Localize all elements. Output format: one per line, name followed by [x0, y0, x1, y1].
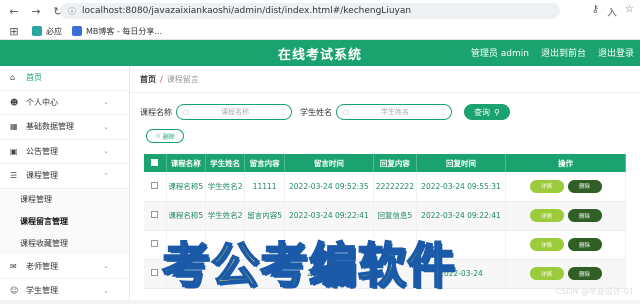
chevron-down-icon: ⌄ [103, 147, 109, 155]
key-icon[interactable]: ⚷ [592, 4, 599, 19]
home-icon: ⌂ [10, 73, 20, 82]
batch-delete-button[interactable]: ♲ 删除 [146, 129, 184, 143]
view-button[interactable]: 详情 [530, 238, 564, 251]
forward-icon[interactable]: → [28, 3, 44, 19]
sidebar-item-basic-data[interactable]: ▦ 基础数据管理 ⌄ [0, 115, 129, 140]
sidebar-item-home[interactable]: ⌂ 首页 [0, 66, 129, 91]
view-button[interactable]: 详情 [530, 209, 564, 222]
trash-icon: ♲ [155, 133, 160, 140]
submenu-course-favorite[interactable]: 课程收藏管理 [0, 233, 129, 255]
table-row: 课程名称5 学生姓名2 11111 2022-03-24 09:52:35 22… [144, 172, 626, 201]
chevron-down-icon: ⌄ [103, 123, 109, 131]
app-header: 在线考试系统 管理员 admin 退出到前台 退出登录 [0, 40, 640, 66]
browser-chrome: ← → ↻ ⓘ localhost:8080/javazaixiankaoshi… [0, 0, 640, 40]
info-icon: ⓘ [68, 6, 76, 17]
mb-icon [72, 26, 82, 36]
translate-icon[interactable]: 入 [607, 4, 617, 19]
bing-icon [32, 26, 42, 36]
url-text: localhost:8080/javazaixiankaoshi/admin/d… [82, 6, 411, 16]
delete-button[interactable]: 删除 [568, 209, 602, 222]
search-icon: ⚲ [494, 108, 500, 117]
bookmark-bing[interactable]: 必应 [32, 26, 62, 37]
watermark: CSDN @毕业设计-01 [556, 286, 634, 297]
sidebar-item-teacher[interactable]: ✉ 老师管理 ⌄ [0, 255, 129, 280]
settings-icon: ☰ [10, 171, 20, 180]
exit-to-front-link[interactable]: 退出到前台 [541, 46, 586, 59]
bookmark-mb[interactable]: MB博客 - 每日分享... [72, 26, 162, 37]
notice-icon: ▣ [10, 147, 20, 156]
course-name-label: 课程名称 [140, 107, 172, 118]
chevron-up-icon: ⌃ [103, 172, 109, 180]
breadcrumb: 首页/课程留言 [140, 74, 199, 85]
delete-button[interactable]: 删除 [568, 180, 602, 193]
sidebar-item-notice[interactable]: ▣ 公告管理 ⌄ [0, 140, 129, 165]
student-name-label: 学生姓名 [300, 107, 332, 118]
submenu-course-message[interactable]: 课程留言管理 [0, 211, 129, 233]
view-button[interactable]: 详情 [530, 180, 564, 193]
apps-icon[interactable]: ⊞ [6, 23, 22, 39]
course-name-input[interactable]: ○ 课程名称 [176, 104, 292, 120]
delete-button[interactable]: 删除 [568, 267, 602, 280]
table-icon: ▦ [10, 122, 20, 131]
submenu-course[interactable]: 课程管理 [0, 189, 129, 211]
teacher-icon: ✉ [10, 262, 20, 271]
col-student-name: 学生姓名 [205, 154, 244, 172]
back-icon[interactable]: ← [6, 3, 22, 19]
user-icon: ☻ [10, 98, 20, 107]
search-bar: 课程名称 ○ 课程名称 学生姓名 ○ 学生姓名 查询 ⚲ [140, 104, 510, 120]
promo-overlay-text: 考公考编软件 [162, 226, 456, 296]
col-reply: 回复内容 [373, 154, 416, 172]
delete-button[interactable]: 删除 [568, 238, 602, 251]
col-reply-time: 回复时间 [417, 154, 506, 172]
query-button[interactable]: 查询 ⚲ [464, 104, 510, 120]
col-course-name: 课程名称 [166, 154, 205, 172]
sidebar: ⌂ 首页 ☻ 个人中心 ⌄ ▦ 基础数据管理 ⌄ ▣ 公告管理 ⌄ ☰ 课程管理… [0, 66, 130, 300]
admin-label: 管理员 admin [471, 46, 529, 59]
chevron-down-icon: ⌄ [103, 287, 109, 295]
star-icon[interactable]: ☆ [625, 4, 634, 19]
student-name-input[interactable]: ○ 学生姓名 [336, 104, 452, 120]
sidebar-item-profile[interactable]: ☻ 个人中心 ⌄ [0, 91, 129, 116]
view-button[interactable]: 详情 [530, 267, 564, 280]
logout-link[interactable]: 退出登录 [598, 46, 634, 59]
col-actions: 操作 [506, 154, 626, 172]
chevron-down-icon: ⌄ [103, 262, 109, 270]
student-icon: ☺ [10, 286, 20, 295]
sidebar-item-course[interactable]: ☰ 课程管理 ⌃ [0, 164, 129, 189]
row-checkbox[interactable] [144, 172, 166, 201]
select-all-checkbox[interactable] [144, 154, 166, 172]
address-bar[interactable]: ⓘ localhost:8080/javazaixiankaoshi/admin… [60, 3, 560, 19]
col-message: 留言内容 [245, 154, 284, 172]
breadcrumb-home[interactable]: 首页 [140, 75, 156, 84]
col-message-time: 留言时间 [284, 154, 373, 172]
chevron-down-icon: ⌄ [103, 98, 109, 106]
breadcrumb-current: 课程留言 [167, 75, 199, 84]
